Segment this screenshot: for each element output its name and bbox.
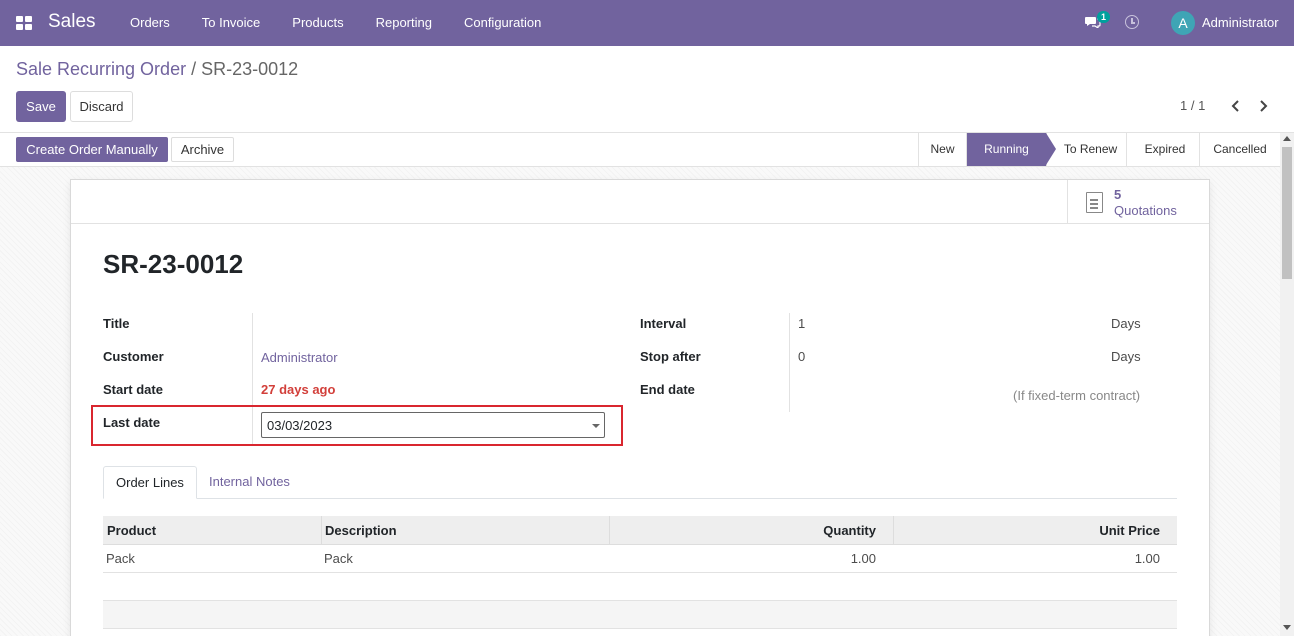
quotations-count: 5 [1114, 187, 1122, 202]
title-label: Title [103, 316, 130, 331]
menu-item-orders[interactable]: Orders [130, 15, 170, 30]
apps-menu-icon[interactable] [16, 16, 32, 30]
stage-cancelled[interactable]: Cancelled [1199, 133, 1280, 166]
column-quantity[interactable]: Quantity [823, 516, 876, 545]
form-sheet: 5 Quotations SR-23-0012 Title Customer A… [70, 179, 1210, 636]
column-divider [609, 516, 610, 545]
app-brand[interactable]: Sales [48, 11, 96, 33]
clock-icon[interactable] [1125, 15, 1139, 29]
stage-pipeline: New Running To Renew Expired Cancelled [918, 133, 1280, 166]
start-date-label: Start date [103, 382, 163, 397]
stage-expired[interactable]: Expired [1126, 133, 1199, 166]
scroll-down-arrow-icon[interactable] [1283, 625, 1291, 630]
table-row-empty [103, 601, 1177, 629]
tab-order-lines[interactable]: Order Lines [103, 466, 197, 499]
cell-quantity: 1.00 [850, 551, 876, 566]
tab-internal-notes[interactable]: Internal Notes [197, 466, 302, 499]
stage-label: To Renew [1063, 142, 1118, 156]
chat-badge: 1 [1097, 11, 1111, 23]
avatar[interactable]: A [1171, 11, 1195, 35]
notebook-tabs: Order Lines Internal Notes [103, 466, 1177, 499]
end-date-hint[interactable]: (If fixed-term contract) [1013, 388, 1140, 403]
stop-after-unit[interactable]: Days [1111, 349, 1141, 364]
stage-label: Expired [1144, 142, 1186, 156]
column-description[interactable]: Description [325, 516, 397, 545]
menu-item-reporting[interactable]: Reporting [376, 15, 432, 30]
stage-label: New [930, 142, 955, 156]
scroll-up-arrow-icon[interactable] [1283, 136, 1291, 141]
cell-description: Pack [324, 551, 353, 566]
breadcrumb-parent[interactable]: Sale Recurring Order [16, 59, 186, 79]
discard-button[interactable]: Discard [70, 91, 133, 122]
pager-value: 1 / 1 [1180, 98, 1206, 113]
button-box: 5 Quotations [71, 180, 1209, 224]
last-date-label: Last date [103, 415, 161, 430]
stop-after-value[interactable]: 0 [798, 349, 805, 364]
stop-after-label: Stop after [640, 349, 701, 364]
create-order-manually-button[interactable]: Create Order Manually [16, 137, 168, 162]
stage-new[interactable]: New [918, 133, 966, 166]
customer-label: Customer [103, 349, 164, 364]
menu-item-to-invoice[interactable]: To Invoice [202, 15, 261, 30]
save-button[interactable]: Save [16, 91, 66, 122]
stage-label: Running [984, 142, 1029, 156]
stage-label: Cancelled [1213, 142, 1267, 156]
column-product[interactable]: Product [107, 516, 156, 545]
stage-running[interactable]: Running [966, 133, 1056, 166]
archive-button[interactable]: Archive [171, 137, 234, 162]
menu-item-products[interactable]: Products [292, 15, 343, 30]
interval-unit[interactable]: Days [1111, 316, 1141, 331]
breadcrumb: Sale Recurring Order / SR-23-0012 [16, 59, 298, 80]
main-menu: Orders To Invoice Products Reporting Con… [130, 15, 573, 30]
cell-unit-price: 1.00 [1134, 551, 1160, 566]
column-divider [321, 516, 322, 545]
user-menu[interactable]: Administrator [1202, 15, 1279, 30]
quotations-smart-button[interactable]: 5 Quotations [1067, 180, 1209, 223]
interval-value[interactable]: 1 [798, 316, 805, 331]
document-icon [1086, 192, 1103, 213]
column-unit-price[interactable]: Unit Price [1099, 516, 1160, 545]
cell-product: Pack [106, 551, 135, 566]
column-divider [893, 516, 894, 545]
chevron-right-icon[interactable] [1258, 100, 1268, 112]
customer-link[interactable]: Administrator [261, 350, 338, 365]
table-header: Product Description Quantity Unit Price [103, 516, 1177, 545]
top-navbar: Sales Orders To Invoice Products Reporti… [0, 0, 1294, 46]
last-date-value: 03/03/2023 [267, 418, 333, 433]
end-date-label: End date [640, 382, 695, 397]
menu-item-configuration[interactable]: Configuration [464, 15, 541, 30]
stage-to-renew[interactable]: To Renew [1046, 133, 1126, 166]
dropdown-caret-icon [592, 424, 600, 428]
chevron-left-icon[interactable] [1231, 100, 1241, 112]
label-divider [789, 313, 790, 412]
table-row-empty [103, 573, 1177, 601]
last-date-input[interactable]: 03/03/2023 [261, 412, 605, 438]
start-date-value: 27 days ago [261, 382, 336, 397]
interval-label: Interval [640, 316, 687, 331]
scrollbar-thumb[interactable] [1282, 147, 1292, 279]
record-title: SR-23-0012 [103, 249, 244, 279]
table-row[interactable]: Pack Pack 1.00 1.00 [103, 545, 1177, 573]
breadcrumb-separator: / [191, 59, 197, 79]
quotations-label: Quotations [1114, 203, 1177, 218]
breadcrumb-current: SR-23-0012 [201, 59, 299, 79]
